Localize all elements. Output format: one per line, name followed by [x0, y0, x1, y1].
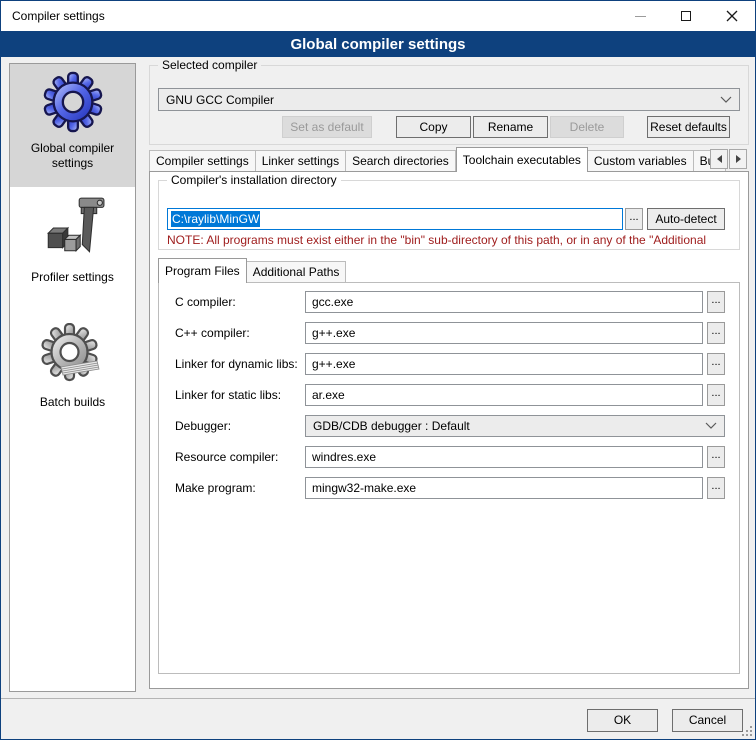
group-label: Compiler's installation directory	[167, 173, 341, 187]
c-compiler-browse-button[interactable]: ...	[707, 291, 725, 313]
installation-directory-group: Compiler's installation directory C:\ray…	[158, 180, 740, 250]
sidebar-item-batch-builds[interactable]: Batch builds	[10, 319, 135, 419]
auto-detect-button[interactable]: Auto-detect	[647, 208, 725, 230]
tab-compiler-settings[interactable]: Compiler settings	[149, 150, 256, 171]
sidebar-item-label: Global compiler settings	[10, 141, 135, 171]
footer-divider	[1, 698, 756, 699]
set-as-default-button[interactable]: Set as default	[282, 116, 372, 138]
field-label: C compiler:	[175, 295, 236, 309]
resource-compiler-input[interactable]: windres.exe	[305, 446, 703, 468]
dynamic-linker-browse-button[interactable]: ...	[707, 353, 725, 375]
make-program-input[interactable]: mingw32-make.exe	[305, 477, 703, 499]
compiler-select-value: GNU GCC Compiler	[166, 93, 720, 107]
rename-button[interactable]: Rename	[473, 116, 548, 138]
cpp-compiler-browse-button[interactable]: ...	[707, 322, 725, 344]
resource-compiler-browse-button[interactable]: ...	[707, 446, 725, 468]
field-label: Linker for dynamic libs:	[175, 357, 298, 371]
compiler-settings-dialog: Compiler settings Global compiler settin…	[0, 0, 756, 740]
debugger-row: Debugger: GDB/CDB debugger : Default	[159, 415, 739, 437]
browse-directory-button[interactable]: ...	[625, 208, 643, 230]
blue-gear-icon	[42, 71, 104, 133]
selected-path-text: C:\raylib\MinGW	[171, 211, 260, 227]
close-icon	[726, 10, 738, 22]
cpp-compiler-input[interactable]: g++.exe	[305, 322, 703, 344]
tab-scroll-left-button[interactable]	[710, 149, 728, 169]
batch-builds-gear-icon	[41, 323, 105, 387]
tab-toolchain-executables[interactable]: Toolchain executables	[456, 147, 588, 172]
tab-scroll-buttons	[709, 149, 747, 169]
banner-title: Global compiler settings	[290, 36, 465, 53]
chevron-down-icon	[705, 422, 717, 430]
copy-button[interactable]: Copy	[396, 116, 471, 138]
sidebar-item-profiler-settings[interactable]: Profiler settings	[10, 190, 135, 294]
dynamic-linker-row: Linker for dynamic libs: g++.exe ...	[159, 353, 739, 375]
window-title: Compiler settings	[1, 9, 105, 23]
field-label: Debugger:	[175, 419, 231, 433]
window-controls	[617, 1, 755, 31]
maximize-button[interactable]	[663, 1, 709, 31]
arrow-right-icon	[736, 155, 741, 163]
compiler-select[interactable]: GNU GCC Compiler	[158, 88, 740, 111]
bin-subdirectory-note: NOTE: All programs must exist either in …	[167, 233, 735, 247]
program-files-tab-bar: Program Files Additional Paths	[158, 258, 346, 282]
make-program-row: Make program: mingw32-make.exe ...	[159, 477, 739, 499]
arrow-left-icon	[717, 155, 722, 163]
static-linker-row: Linker for static libs: ar.exe ...	[159, 384, 739, 406]
program-files-page: C compiler: gcc.exe ... C++ compiler: g+…	[158, 282, 740, 674]
cancel-button[interactable]: Cancel	[672, 709, 743, 732]
dialog-banner: Global compiler settings	[1, 31, 755, 57]
debugger-select-value: GDB/CDB debugger : Default	[313, 419, 705, 433]
close-button[interactable]	[709, 1, 755, 31]
resource-compiler-row: Resource compiler: windres.exe ...	[159, 446, 739, 468]
toolchain-executables-page: Compiler's installation directory C:\ray…	[149, 171, 749, 689]
sidebar-item-global-compiler-settings[interactable]: Global compiler settings	[10, 64, 135, 187]
field-label: C++ compiler:	[175, 326, 250, 340]
ok-button[interactable]: OK	[587, 709, 658, 732]
settings-category-list: Global compiler settings Profiler settin…	[9, 63, 136, 692]
profiler-caliper-icon	[40, 192, 106, 262]
chevron-down-icon	[720, 96, 732, 104]
reset-defaults-button[interactable]: Reset defaults	[647, 116, 730, 138]
tab-program-files[interactable]: Program Files	[158, 258, 247, 283]
selected-compiler-group: Selected compiler GNU GCC Compiler Set a…	[149, 65, 749, 145]
minimize-icon	[635, 16, 646, 17]
field-label: Resource compiler:	[175, 450, 278, 464]
delete-button[interactable]: Delete	[550, 116, 624, 138]
debugger-select[interactable]: GDB/CDB debugger : Default	[305, 415, 725, 437]
tab-linker-settings[interactable]: Linker settings	[256, 150, 346, 171]
field-label: Linker for static libs:	[175, 388, 281, 402]
make-program-browse-button[interactable]: ...	[707, 477, 725, 499]
installation-directory-input[interactable]: C:\raylib\MinGW	[167, 208, 623, 230]
minimize-button[interactable]	[617, 1, 663, 31]
cpp-compiler-row: C++ compiler: g++.exe ...	[159, 322, 739, 344]
dynamic-linker-input[interactable]: g++.exe	[305, 353, 703, 375]
tab-additional-paths[interactable]: Additional Paths	[247, 261, 347, 282]
tab-custom-variables[interactable]: Custom variables	[588, 150, 694, 171]
static-linker-browse-button[interactable]: ...	[707, 384, 725, 406]
tab-scroll-right-button[interactable]	[729, 149, 747, 169]
settings-tab-bar: Compiler settings Linker settings Search…	[149, 147, 749, 171]
resize-grip[interactable]	[742, 726, 752, 736]
field-label: Make program:	[175, 481, 256, 495]
maximize-icon	[681, 11, 691, 21]
group-label: Selected compiler	[158, 58, 261, 72]
sidebar-item-label: Profiler settings	[10, 270, 135, 285]
tab-search-directories[interactable]: Search directories	[346, 150, 456, 171]
c-compiler-input[interactable]: gcc.exe	[305, 291, 703, 313]
sidebar-item-label: Batch builds	[10, 395, 135, 410]
c-compiler-row: C compiler: gcc.exe ...	[159, 291, 739, 313]
static-linker-input[interactable]: ar.exe	[305, 384, 703, 406]
title-bar[interactable]: Compiler settings	[1, 1, 755, 31]
